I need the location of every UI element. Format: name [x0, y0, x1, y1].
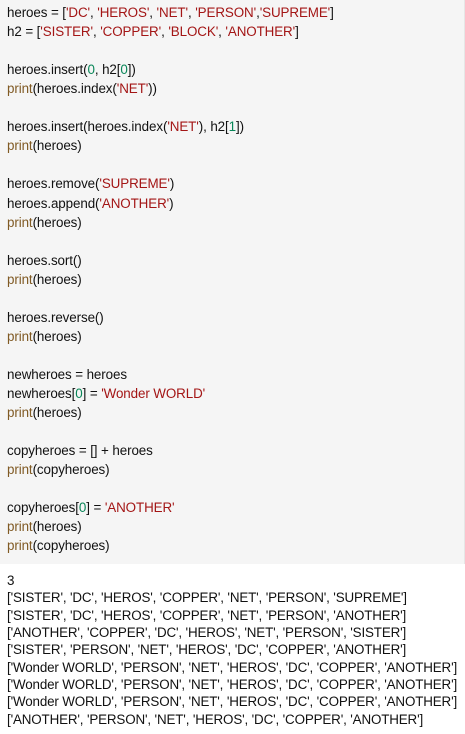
code-token: heroes.reverse(): [7, 309, 104, 325]
number-literal: 0: [87, 62, 95, 78]
code-token: ]): [127, 62, 136, 78]
output-line: ['SISTER', 'DC', 'HEROS', 'COPPER', 'NET…: [7, 607, 407, 623]
output-line: ['Wonder WORLD', 'PERSON', 'NET', 'HEROS…: [7, 659, 458, 675]
code-token: , h2[: [94, 62, 121, 78]
string-literal: 'NET': [156, 5, 189, 20]
number-literal: 1: [228, 119, 236, 135]
code-token: ): [169, 195, 174, 211]
builtin-print: print: [7, 271, 33, 287]
code-line: copyheroes = [] + heroes: [7, 441, 153, 460]
code-line: heroes.insert(heroes.index('NET'), h2[1]…: [7, 117, 244, 136]
code-line: print(heroes): [7, 517, 82, 536]
code-line: newheroes = heroes: [7, 365, 127, 384]
string-literal: 'NET': [167, 119, 199, 135]
builtin-print: print: [7, 519, 33, 535]
code-token: ]: [295, 24, 299, 40]
code-token: )): [148, 81, 157, 97]
code-line: print(heroes.index('NET')): [7, 79, 157, 98]
code-token: ,: [149, 5, 157, 20]
string-literal: 'BLOCK': [168, 24, 219, 40]
output-line: ['ANOTHER', 'PERSON', 'NET', 'HEROS', 'D…: [7, 711, 424, 727]
code-token: ] =: [86, 500, 105, 516]
string-literal: 'ANOTHER': [104, 500, 175, 516]
code-line: print(heroes): [7, 403, 82, 422]
code-line: print(copyheroes): [7, 460, 110, 479]
builtin-print: print: [7, 81, 33, 97]
code-token: (heroes): [32, 271, 82, 287]
string-literal: 'SUPREME': [259, 5, 331, 20]
code-line: heroes.sort(): [7, 251, 82, 270]
code-line: newheroes[0] = 'Wonder WORLD': [7, 384, 205, 403]
code-token: (heroes): [32, 214, 82, 230]
code-token: (heroes): [32, 328, 82, 344]
code-line: heroes = ['DC', 'HEROS', 'NET', 'PERSON'…: [7, 3, 334, 22]
code-line: print(heroes): [7, 327, 82, 346]
code-token: (heroes): [32, 138, 82, 154]
code-token: heroes = [: [7, 5, 66, 20]
string-literal: 'COPPER': [100, 24, 162, 40]
string-literal: 'HEROS': [97, 5, 150, 20]
output-line: ['Wonder WORLD', 'PERSON', 'NET', 'HEROS…: [7, 694, 458, 710]
code-token: ] =: [82, 386, 102, 401]
code-token: copyheroes = [] + heroes: [7, 443, 153, 459]
builtin-print: print: [7, 462, 33, 478]
code-token: (heroes.index(: [32, 81, 117, 97]
output-line: ['ANOTHER', 'COPPER', 'DC', 'HEROS', 'NE…: [7, 625, 407, 641]
code-line: copyheroes[0] = 'ANOTHER': [7, 498, 175, 517]
string-literal: 'ANOTHER': [99, 195, 170, 211]
code-token: copyheroes[: [7, 500, 79, 516]
code-token: newheroes = heroes: [7, 366, 127, 382]
code-token: heroes.insert(heroes.index(: [7, 119, 168, 135]
number-literal: 0: [120, 62, 128, 78]
code-line: heroes.insert(0, h2[0]): [7, 60, 136, 79]
code-token: ]): [236, 119, 244, 135]
builtin-print: print: [7, 214, 33, 230]
output-line: ['Wonder WORLD', 'PERSON', 'NET', 'HEROS…: [7, 677, 458, 693]
code-token: ): [169, 176, 175, 192]
code-token: ), h2[: [198, 119, 229, 135]
code-token: (copyheroes): [32, 462, 110, 478]
string-literal: 'ANOTHER': [225, 24, 296, 40]
code-token: h2 = [: [7, 24, 41, 40]
string-literal: 'NET': [116, 81, 149, 97]
code-line: print(copyheroes): [7, 536, 110, 555]
builtin-print: print: [7, 138, 33, 154]
string-literal: 'PERSON': [195, 5, 257, 20]
code-line: heroes.remove('SUPREME'): [7, 174, 174, 193]
output-line: ['SISTER', 'DC', 'HEROS', 'COPPER', 'NET…: [7, 590, 407, 606]
code-token: (copyheroes): [32, 538, 110, 554]
code-token: ]: [330, 5, 334, 20]
builtin-print: print: [7, 405, 33, 421]
string-literal: 'SUPREME': [99, 176, 170, 192]
code-token: heroes.append(: [7, 195, 100, 211]
code-line: heroes.reverse(): [7, 308, 104, 327]
code-line: h2 = ['SISTER', 'COPPER', 'BLOCK', 'ANOT…: [7, 22, 299, 41]
code-token: newheroes[: [7, 386, 76, 401]
string-literal: 'SISTER': [40, 24, 93, 40]
code-token: heroes.remove(: [7, 176, 100, 192]
code-line: heroes.append('ANOTHER'): [7, 194, 174, 213]
code-token: heroes.insert(: [7, 62, 88, 78]
code-line: print(heroes): [7, 136, 82, 155]
code-cell[interactable]: heroes = ['DC', 'HEROS', 'NET', 'PERSON'…: [0, 0, 465, 564]
code-token: (heroes): [32, 405, 82, 421]
string-literal: 'Wonder WORLD': [101, 386, 206, 401]
output-line: 3: [7, 573, 15, 588]
code-line: print(heroes): [7, 213, 82, 232]
string-literal: 'DC': [65, 5, 90, 20]
code-token: heroes.sort(): [7, 252, 82, 268]
code-token: (heroes): [32, 519, 82, 535]
code-line: print(heroes): [7, 270, 82, 289]
number-literal: 0: [75, 386, 83, 401]
output-area: 3 ['SISTER', 'DC', 'HEROS', 'COPPER', 'NE…: [0, 564, 465, 734]
builtin-print: print: [7, 538, 33, 554]
output-line: ['SISTER', 'PERSON', 'NET', 'HEROS', 'DC…: [7, 642, 407, 658]
builtin-print: print: [7, 328, 33, 344]
